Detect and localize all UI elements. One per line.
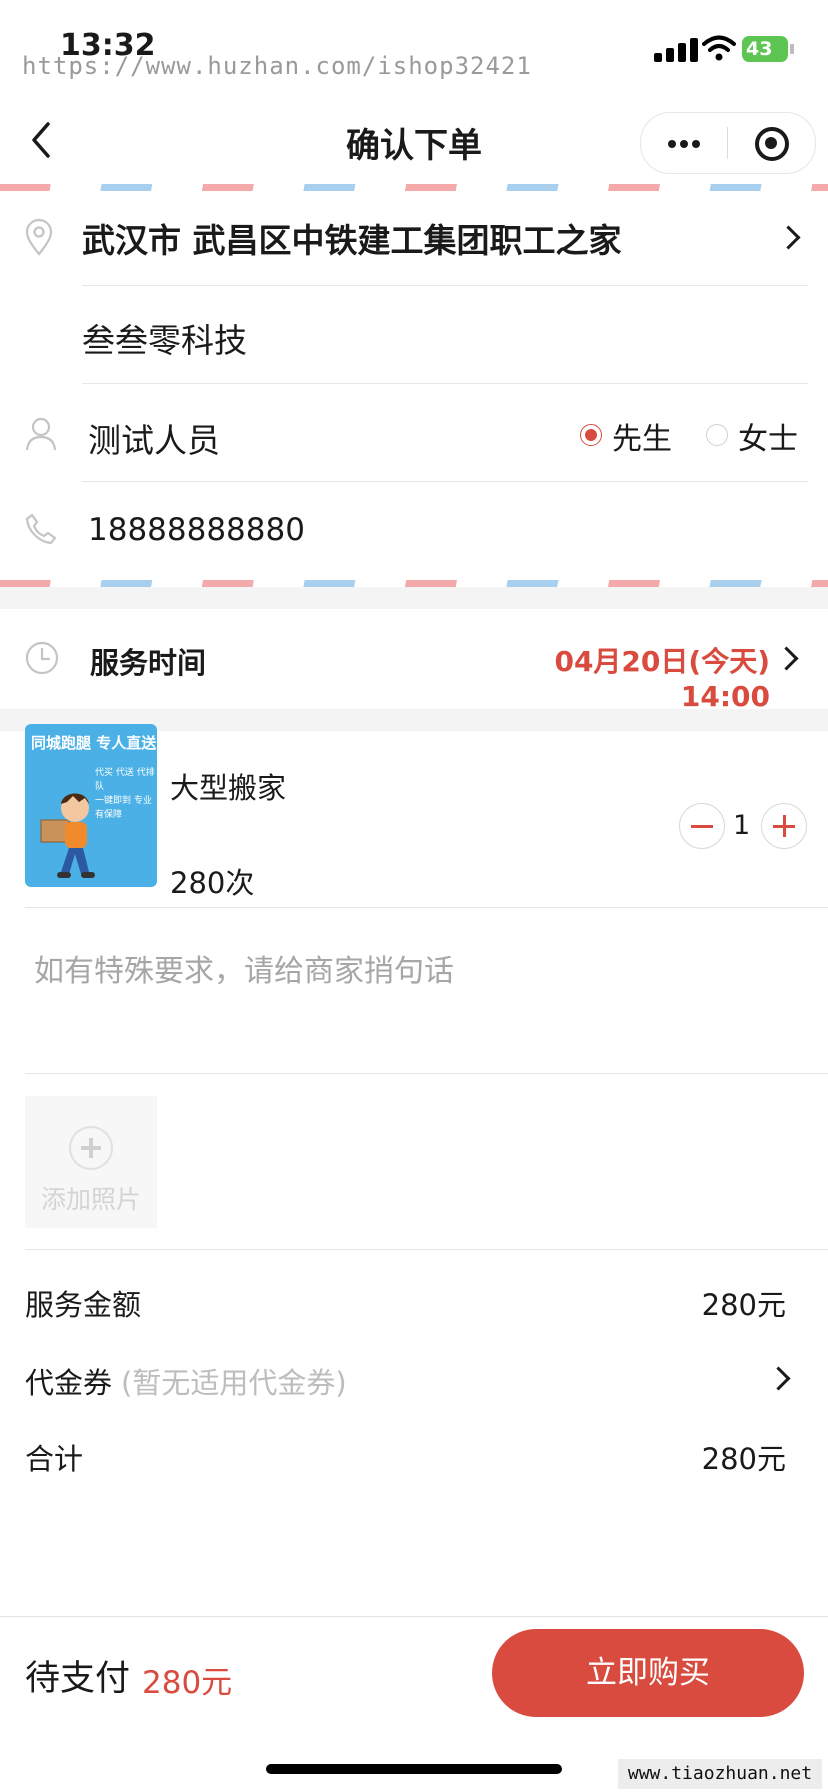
thumbnail-banner: 同城跑腿 专人直送: [31, 734, 157, 752]
gender-label-mr[interactable]: 先生: [612, 414, 672, 458]
watermark-top: https://www.huzhan.com/ishop32421: [22, 52, 532, 80]
remark-input[interactable]: 如有特殊要求，请给商家捎句话: [34, 946, 454, 990]
divider: [25, 1073, 828, 1074]
quantity-value: 1: [733, 810, 751, 841]
coupon-hint[interactable]: (暂无适用代金券): [121, 1360, 347, 1402]
cellular-signal-icon: [654, 38, 700, 62]
service-time-label: 服务时间: [90, 646, 207, 680]
divider: [25, 1249, 828, 1250]
pending-payment-amount: 280元: [142, 1665, 233, 1701]
buy-now-button[interactable]: 立即购买: [492, 1629, 804, 1717]
section-gap: [0, 587, 828, 609]
service-time-value[interactable]: 04月20日(今天) 14:00: [470, 640, 770, 713]
coupon-label[interactable]: 代金券: [25, 1360, 112, 1402]
pending-payment-label: 待支付: [25, 1659, 131, 1699]
divider: [82, 383, 808, 384]
chevron-right-icon[interactable]: [776, 225, 801, 250]
total-value: 280元: [701, 1442, 786, 1476]
bottom-bar-divider: [0, 1616, 828, 1617]
service-amount-value: 280元: [701, 1288, 786, 1322]
wifi-icon: [702, 35, 736, 61]
home-indicator[interactable]: [266, 1764, 562, 1774]
location-pin-icon: [25, 218, 53, 256]
more-button[interactable]: [641, 113, 727, 173]
battery-indicator: 43: [742, 36, 788, 62]
gender-radio-mr[interactable]: [580, 424, 602, 446]
product-thumbnail[interactable]: 同城跑腿 专人直送 代买 代送 代排队 一键即到 专业有保障: [25, 724, 157, 887]
gender-radio-ms[interactable]: [706, 424, 728, 446]
gender-label-ms[interactable]: 女士: [738, 414, 798, 458]
mini-program-capsule: [640, 112, 816, 174]
chevron-right-icon[interactable]: [766, 1366, 791, 1391]
product-price: 280次: [170, 866, 255, 900]
product-name: 大型搬家: [170, 771, 287, 805]
phone-field[interactable]: 18888888880: [88, 512, 305, 548]
add-photo-button[interactable]: 添加照片: [25, 1096, 157, 1228]
address-main[interactable]: 武汉市 武昌区中铁建工集团职工之家: [82, 214, 622, 262]
watermark-bottom: www.tiaozhuan.net: [618, 1759, 822, 1789]
phone-icon: [25, 513, 57, 545]
address-detail[interactable]: 叁叁零科技: [82, 314, 247, 362]
close-mini-program-button[interactable]: [728, 113, 814, 173]
courier-illustration: [40, 793, 95, 878]
add-photo-label: 添加照片: [40, 1185, 141, 1214]
service-amount-label: 服务金额: [25, 1288, 142, 1322]
divider: [82, 285, 808, 286]
clock-icon: [25, 641, 59, 675]
divider: [25, 907, 828, 908]
divider: [82, 481, 808, 482]
total-label: 合计: [25, 1442, 84, 1476]
contact-name-field[interactable]: 测试人员: [88, 414, 220, 462]
battery-cap: [790, 44, 794, 54]
add-photo-plus-icon: [69, 1126, 113, 1170]
decrease-quantity-button[interactable]: [679, 803, 725, 849]
airmail-stripe-top: [0, 184, 828, 191]
person-icon: [25, 417, 57, 451]
airmail-stripe-bottom: [0, 580, 828, 587]
increase-quantity-button[interactable]: [761, 803, 807, 849]
